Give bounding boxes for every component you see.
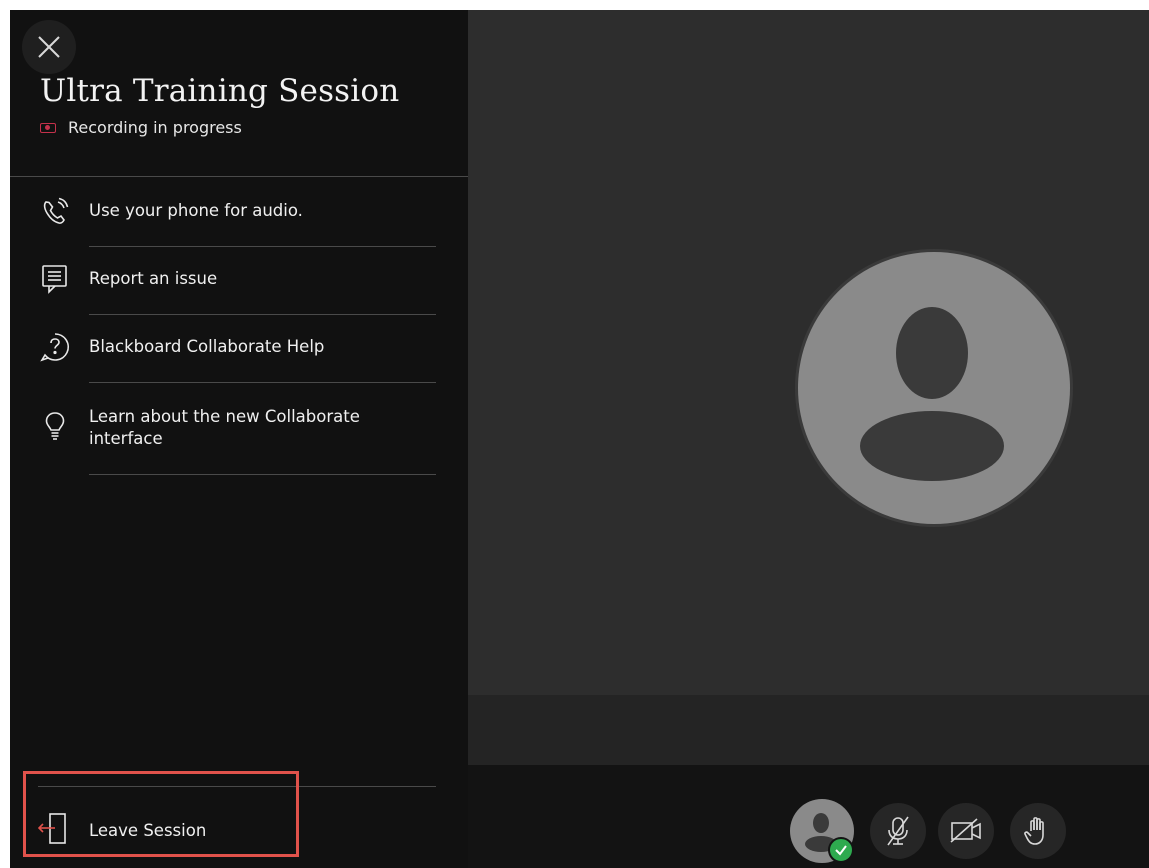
menu-item-phone-audio[interactable]: Use your phone for audio.	[10, 195, 450, 247]
participant-avatar	[798, 252, 1070, 524]
leave-session-highlight	[23, 771, 299, 857]
control-bar	[468, 765, 1149, 868]
close-menu-button[interactable]	[22, 20, 76, 74]
menu-item-report-issue[interactable]: Report an issue	[10, 262, 450, 314]
available-status-icon	[828, 837, 854, 863]
menu-item-label: Report an issue	[89, 269, 218, 288]
microphone-muted-icon	[887, 816, 909, 846]
divider	[10, 176, 468, 177]
my-status-avatar[interactable]	[790, 799, 854, 863]
divider	[89, 246, 436, 247]
menu-item-help[interactable]: Blackboard Collaborate Help	[10, 330, 450, 382]
lightbulb-icon	[38, 409, 72, 443]
main-stage	[468, 10, 1149, 695]
report-issue-icon	[38, 262, 72, 296]
divider	[89, 314, 436, 315]
recording-status: Recording in progress	[40, 118, 242, 137]
recording-icon	[40, 122, 56, 133]
raise-hand-button[interactable]	[1010, 803, 1066, 859]
menu-item-learn-new-interface[interactable]: Learn about the new Collaborate interfac…	[10, 403, 450, 473]
camera-off-icon	[950, 818, 981, 843]
divider	[89, 474, 436, 475]
collaborate-window: Ultra Training Session Recording in prog…	[10, 10, 1149, 868]
microphone-toggle[interactable]	[870, 803, 926, 859]
help-icon	[38, 330, 72, 364]
phone-icon	[38, 195, 72, 229]
menu-item-label: Blackboard Collaborate Help	[89, 337, 325, 356]
menu-item-label: Learn about the new Collaborate interfac…	[89, 407, 360, 448]
session-title: Ultra Training Session	[40, 73, 400, 109]
session-menu-panel: Ultra Training Session Recording in prog…	[10, 10, 468, 868]
raise-hand-icon	[1024, 817, 1044, 845]
camera-toggle[interactable]	[938, 803, 994, 859]
menu-item-label: Use your phone for audio.	[89, 201, 303, 220]
recording-status-text: Recording in progress	[68, 118, 242, 137]
stage-lower-band	[468, 695, 1149, 765]
divider	[89, 382, 436, 383]
user-silhouette-icon	[860, 307, 1004, 481]
close-icon	[38, 36, 60, 58]
